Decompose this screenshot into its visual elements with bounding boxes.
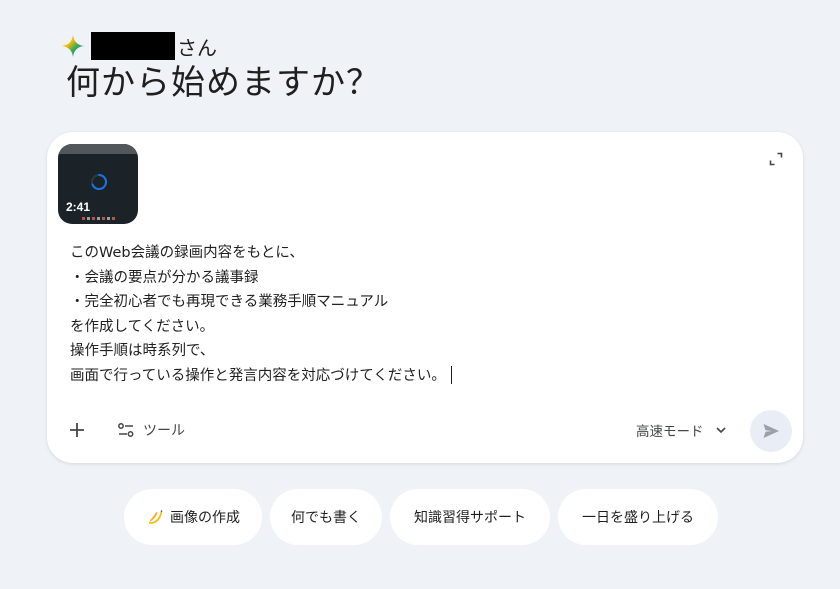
gemini-spark-icon — [62, 35, 84, 57]
add-attachment-button[interactable] — [65, 418, 89, 442]
video-duration: 2:41 — [66, 200, 91, 214]
redacted-username — [91, 32, 175, 60]
thumbnail-title-bar — [58, 144, 138, 154]
mode-label: 高速モード — [636, 424, 704, 440]
prompt-input[interactable]: このWeb会議の録画内容をもとに、 ・会議の要点が分かる議事録・完全初心者でも再現… — [70, 241, 452, 389]
tools-label: ツール — [143, 423, 185, 439]
send-icon — [763, 424, 779, 438]
chip-label: 何でも書く — [291, 510, 361, 526]
chip-label: 画像の作成 — [170, 510, 240, 526]
prompt-line: ・会議の要点が分かる議事録 — [70, 269, 259, 286]
page-title: 何から始めますか？ — [66, 63, 381, 103]
banana-icon — [149, 510, 163, 524]
prompt-line: ・完全初心者でも再現できる業務手順マニュアル — [70, 294, 389, 311]
chip-write-anything[interactable]: 何でも書く — [270, 489, 382, 545]
chip-label: 一日を盛り上げる — [582, 510, 694, 526]
prompt-card: 2:41 このWeb会議の録画内容をもとに、 ・会議の要点が分かる議事録・完全初心… — [47, 132, 803, 463]
chip-label: 知識習得サポート — [414, 510, 526, 526]
prompt-line: を作成してください。 — [70, 318, 215, 335]
prompt-line: 操作手順は時系列で、 — [70, 343, 215, 360]
tools-button[interactable]: ツール — [117, 420, 185, 440]
tools-icon — [118, 423, 134, 437]
send-button[interactable] — [750, 410, 792, 452]
thumbnail-taskbar — [82, 217, 122, 221]
chip-create-image[interactable]: 画像の作成 — [124, 489, 262, 545]
chevron-down-icon — [715, 427, 726, 434]
greeting-suffix: さん — [177, 35, 217, 60]
mode-selector[interactable]: 高速モード — [636, 420, 728, 440]
expand-icon[interactable] — [769, 152, 783, 166]
prompt-line: このWeb会議の録画内容をもとに、 — [70, 245, 304, 261]
loading-spinner-icon — [91, 173, 108, 190]
video-attachment-thumbnail[interactable]: 2:41 — [58, 144, 138, 224]
chip-learning-support[interactable]: 知識習得サポート — [390, 489, 550, 545]
greeting: さん — [60, 31, 217, 61]
chip-boost-day[interactable]: 一日を盛り上げる — [558, 489, 718, 545]
text-caret — [450, 365, 452, 384]
prompt-line: 画面で行っている操作と発言内容を対応づけてください。 — [70, 367, 446, 384]
